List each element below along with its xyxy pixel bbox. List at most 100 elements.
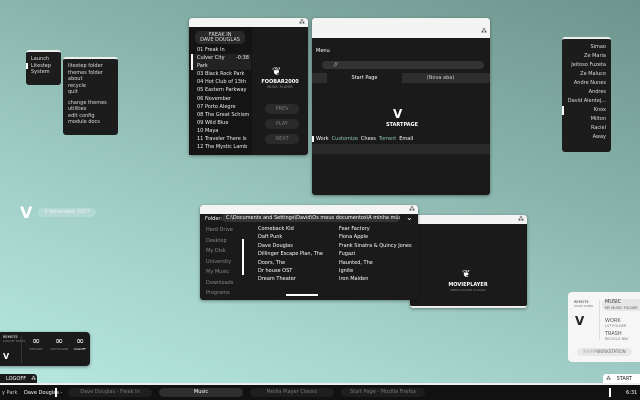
folder[interactable]: Dr house OST: [258, 267, 323, 275]
folder[interactable]: Dave Douglas: [258, 242, 323, 250]
contact-selected[interactable]: Knox: [562, 106, 606, 115]
artist: DAVE DOUGLAS: [200, 36, 240, 43]
logo-icon: ⁂: [518, 216, 524, 223]
work-shortcut[interactable]: WORK LST FOLDER: [605, 318, 626, 328]
folder[interactable]: Fiona Apple: [339, 233, 412, 241]
tab-start-page[interactable]: Start Page: [327, 73, 402, 83]
folder-column-1: Comeback Kid Daft Punk Dave Douglas Dill…: [258, 225, 323, 284]
start-tab-label: START: [616, 376, 633, 382]
chevron-down-icon[interactable]: ⌄: [406, 213, 413, 222]
shortcut-sub: RECYCLE BIN: [605, 337, 628, 341]
menu-item[interactable]: module docs: [68, 119, 113, 126]
track[interactable]: 01 Freak In: [191, 46, 251, 54]
bookmark-torrent[interactable]: Torrent: [379, 136, 396, 142]
contact[interactable]: Andre Nunes: [567, 79, 606, 88]
track[interactable]: 12 The Mystic Lamb: [191, 143, 251, 151]
bookmark-work[interactable]: Work: [316, 136, 329, 142]
bookmark-customize[interactable]: Customize: [332, 136, 358, 142]
task-media-player[interactable]: Media Player Classic: [250, 388, 334, 397]
track[interactable]: 09 Wild Blue: [191, 119, 251, 127]
logo-icon: V: [3, 352, 10, 361]
folder[interactable]: Ignite: [339, 267, 412, 275]
shutdown-icon: ∞: [54, 336, 64, 347]
title-bar[interactable]: ⁂: [189, 18, 308, 27]
track[interactable]: 06 November: [191, 95, 251, 103]
title-bar[interactable]: ⁂: [410, 215, 527, 224]
track[interactable]: 04 Hot Club of 13th: [191, 78, 251, 86]
shutdown-button[interactable]: ∞ SHUTDOWN: [49, 336, 69, 351]
menu-item-system[interactable]: System: [31, 69, 56, 76]
trash-shortcut[interactable]: TRASH RECYCLE BIN: [605, 331, 628, 341]
menu-button[interactable]: Menu: [316, 48, 330, 54]
tab-new[interactable]: (Nova aba): [403, 73, 478, 83]
startpage-logo: STARTPAGE: [385, 122, 419, 128]
folder-column-2: Fear Factory Fiona Apple Frank Sinatra &…: [339, 225, 412, 284]
track[interactable]: 05 Eastern Parkway: [191, 86, 251, 94]
track[interactable]: 10 Maya: [191, 127, 251, 135]
task-foobar[interactable]: Dave Douglas - Freak In: [68, 388, 152, 397]
horizontal-scrollbar[interactable]: [286, 294, 318, 296]
workstation-pill: NAMIPWORKSTATION: [577, 348, 632, 356]
contact[interactable]: David Alentej...: [567, 97, 606, 106]
shortcut-sub: MY MUSIC FOLDER: [605, 305, 638, 310]
folder[interactable]: Doors, The: [258, 259, 323, 267]
folder[interactable]: Comeback Kid: [258, 225, 323, 233]
contacts-menu: Simao Ze Maria Jeitoso Fuzeta Ze Maluco …: [562, 37, 611, 152]
restart-icon: ∞: [31, 336, 41, 347]
folder[interactable]: Fear Factory: [339, 225, 412, 233]
workstation-name: NAMIP: [583, 349, 597, 354]
contact[interactable]: Milton: [567, 115, 606, 124]
contact[interactable]: Andres: [567, 88, 606, 97]
vertical-scrollbar[interactable]: [242, 239, 244, 275]
place[interactable]: Desktop: [206, 236, 233, 247]
contact[interactable]: Ze Maria: [567, 52, 606, 61]
play-button[interactable]: PLAY: [265, 119, 299, 129]
logoff-panel: REMOTE LOGOFF PANEL V ∞ RESTART ∞ SHUTDO…: [0, 332, 90, 366]
start-panel: REMOTE START PANEL V MUSIC MY MUSIC FOLD…: [568, 292, 640, 362]
bookmark-chess[interactable]: Chess: [361, 136, 376, 142]
folder-label: Folder:: [205, 216, 223, 222]
place[interactable]: University: [206, 257, 233, 268]
track[interactable]: 03 Black Rock Park: [191, 70, 251, 78]
place[interactable]: Hard Drive: [206, 225, 233, 236]
restart-button[interactable]: ∞ RESTART: [27, 336, 45, 351]
logoff-button[interactable]: ∞ LOGOFF: [71, 336, 89, 351]
next-button[interactable]: NEXT: [265, 134, 299, 144]
place[interactable]: My Disk: [206, 246, 233, 257]
contact[interactable]: Ze Maluco: [567, 70, 606, 79]
folder[interactable]: Fugazi: [339, 250, 412, 258]
track[interactable]: 07 Porto Alegre: [191, 103, 251, 111]
track[interactable]: 11 Traveler There Is: [191, 135, 251, 143]
bookmark-email[interactable]: Email: [399, 136, 413, 142]
logoff-label: LOGOFF: [73, 347, 87, 351]
track-time: -0:38: [235, 55, 249, 62]
contact[interactable]: Raciel: [567, 124, 606, 133]
shutdown-label: SHUTDOWN: [49, 347, 69, 351]
folder[interactable]: Frank Sinatra & Quincy Jones: [339, 242, 412, 250]
title-bar[interactable]: ⁂: [200, 205, 418, 214]
music-shortcut[interactable]: MUSIC MY MUSIC FOLDER: [602, 299, 640, 311]
folder[interactable]: Dream Theater: [258, 275, 323, 283]
contact[interactable]: Jeitoso Fuzeta: [567, 61, 606, 70]
place[interactable]: My Music: [206, 267, 233, 278]
folder[interactable]: Haunted, The: [339, 259, 412, 267]
contact[interactable]: Simao: [567, 43, 606, 52]
task-music[interactable]: Music: [159, 388, 243, 397]
folder[interactable]: Dillinger Escape Plan, The: [258, 250, 323, 258]
place[interactable]: Downloads: [206, 278, 233, 289]
folder[interactable]: Daft Punk: [258, 233, 323, 241]
folder[interactable]: Iron Maiden: [339, 275, 412, 283]
title-bar[interactable]: ⁂: [312, 18, 490, 38]
folder-path-input[interactable]: C:\Documents and Settings\David\Os meus …: [222, 214, 400, 222]
status-away[interactable]: Away: [567, 133, 606, 142]
logo-icon: ⁂: [409, 206, 415, 213]
place[interactable]: Programs: [206, 288, 233, 299]
track-label: Culver City Park: [197, 55, 225, 70]
track-current[interactable]: Culver City Park -0:38: [191, 54, 251, 71]
prev-button[interactable]: PREV: [265, 104, 299, 114]
task-firefox[interactable]: Start Page - Mozilla Firefox: [341, 388, 425, 397]
logo-icon: ⁂: [299, 19, 305, 26]
status-bar: [312, 144, 490, 154]
url-bar[interactable]: //: [322, 61, 484, 69]
track[interactable]: 08 The Great Schism: [191, 111, 251, 119]
